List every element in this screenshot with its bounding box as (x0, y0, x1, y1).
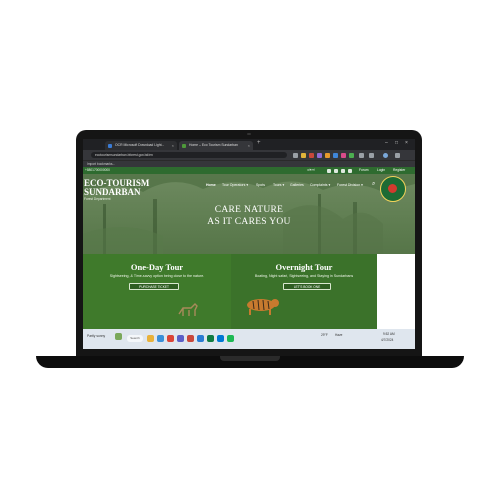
hero-section: ECO-TOURISM SUNDARBAN Forest Department … (83, 174, 415, 329)
language-switch[interactable]: বাংলা (307, 167, 315, 174)
tiger-illustration (247, 299, 279, 315)
tab-close-icon[interactable]: × (248, 141, 250, 150)
panel-title: Overnight Tour (275, 262, 333, 272)
weather-widget[interactable]: Partly sunny (87, 334, 105, 338)
nav-galleries[interactable]: Galleries (290, 183, 304, 187)
nature-thumbnail-icon (115, 333, 122, 340)
tab-label: Home – Eco Tourism Sundarban (189, 143, 238, 147)
overnight-tour-panel: Overnight Tour Boating, Night safari, Si… (231, 254, 377, 329)
minimize-button[interactable]: – (385, 140, 388, 146)
tab-favicon-icon (182, 143, 186, 148)
browser-tab-ecotourism[interactable]: Home – Eco Tourism Sundarban × (179, 141, 253, 150)
windows-taskbar: Partly sunny Search 29°F Haze 9:52 AM 4/… (83, 329, 415, 349)
profile-avatar[interactable] (383, 152, 388, 158)
social-icon[interactable] (341, 168, 345, 173)
menu-dots-icon[interactable] (395, 152, 400, 158)
nav-spots[interactable]: Spots (256, 183, 265, 187)
panel-description: Sightseeing, & Time-savvy option being c… (109, 274, 205, 278)
deer-illustration (178, 303, 198, 316)
file-explorer-icon[interactable] (147, 335, 154, 342)
hero-headline-line1: CARE NATURE (214, 205, 284, 215)
webcam (247, 133, 251, 135)
extension-icon[interactable] (325, 152, 330, 158)
social-icon[interactable] (348, 168, 352, 173)
maximize-button[interactable]: □ (395, 140, 398, 146)
site-logo-line2[interactable]: SUNDARBAN (84, 187, 141, 197)
extension-icon[interactable] (309, 152, 314, 158)
register-link[interactable]: Register (393, 167, 405, 174)
forum-link[interactable]: Forum (359, 167, 369, 174)
seal-emblem (388, 184, 397, 193)
extension-icon[interactable] (317, 152, 322, 158)
extension-icon[interactable] (359, 152, 364, 158)
contact-phone: +8801700000000 (85, 168, 110, 172)
panel-description: Boating, Night safari, Sightseeing, and … (254, 274, 354, 278)
hero-headline-line2: AS IT CARES YOU (207, 217, 291, 227)
nav-tour-operators[interactable]: Tour Operators ▾ (222, 183, 248, 187)
social-icon[interactable] (334, 168, 338, 173)
top-info-strip: +8801700000000 বাংলা Forum Login Registe… (83, 167, 415, 174)
tab-label: OCR Microsoft Download Light... (115, 143, 165, 147)
extension-icon[interactable] (293, 152, 298, 158)
taskbar-search[interactable]: Search (127, 335, 143, 342)
app-icon[interactable] (227, 335, 234, 342)
word-icon[interactable] (197, 335, 204, 342)
app-icon[interactable] (187, 335, 194, 342)
site-logo-subtitle: Forest Department (84, 197, 111, 201)
login-link[interactable]: Login (377, 167, 385, 174)
laptop-screen: OCR Microsoft Download Light... × Home –… (83, 139, 415, 349)
haze-readout: Haze (335, 333, 343, 337)
nav-home[interactable]: Home (206, 183, 216, 187)
clock-date[interactable]: 4/7/2024 (381, 338, 393, 342)
temperature-readout: 29°F (321, 333, 328, 337)
social-icon[interactable] (327, 168, 331, 173)
new-tab-button[interactable]: + (257, 140, 261, 146)
nav-tours[interactable]: Tours ▾ (273, 183, 284, 187)
one-day-tour-panel: One-Day Tour Sightseeing, & Time-savvy o… (83, 254, 231, 329)
laptop-lid: OCR Microsoft Download Light... × Home –… (76, 130, 422, 356)
url-field[interactable]: ecotourismsundarban.bforest.gov.bd/en (91, 152, 287, 158)
teams-icon[interactable] (177, 335, 184, 342)
tab-favicon-icon (108, 143, 112, 148)
chrome-icon[interactable] (167, 335, 174, 342)
extension-icon[interactable] (341, 152, 346, 158)
tab-close-icon[interactable]: × (172, 141, 174, 150)
clock-time[interactable]: 9:52 AM (383, 332, 395, 336)
panel-title: One-Day Tour (130, 262, 184, 272)
nav-forest-division[interactable]: Forest Division ▾ (337, 183, 363, 187)
excel-icon[interactable] (207, 335, 214, 342)
purchase-ticket-button[interactable]: PURCHASE TICKET (129, 283, 179, 290)
extension-icon[interactable] (333, 152, 338, 158)
laptop-notch (220, 356, 280, 361)
close-window-button[interactable]: × (405, 140, 408, 146)
extension-icon[interactable] (301, 152, 306, 158)
search-icon[interactable]: ⌕ (372, 181, 375, 188)
vscode-icon[interactable] (217, 335, 224, 342)
address-bar-row: ecotourismsundarban.bforest.gov.bd/en (83, 150, 415, 160)
book-overnight-button[interactable]: LET'S BOOK ONE (283, 283, 331, 290)
extension-icon[interactable] (349, 152, 354, 158)
extension-icon[interactable] (369, 152, 374, 158)
government-seal-logo (380, 176, 406, 202)
nav-complaints[interactable]: Complaints ▾ (310, 183, 330, 187)
website: +8801700000000 বাংলা Forum Login Registe… (83, 167, 415, 329)
content-gap (377, 254, 415, 329)
bookmarks-bar: Import bookmarks... (83, 160, 415, 167)
edge-icon[interactable] (157, 335, 164, 342)
browser-tab-bar: OCR Microsoft Download Light... × Home –… (83, 139, 415, 150)
laptop-base (36, 356, 464, 368)
browser-tab-ocr[interactable]: OCR Microsoft Download Light... × (105, 141, 177, 150)
